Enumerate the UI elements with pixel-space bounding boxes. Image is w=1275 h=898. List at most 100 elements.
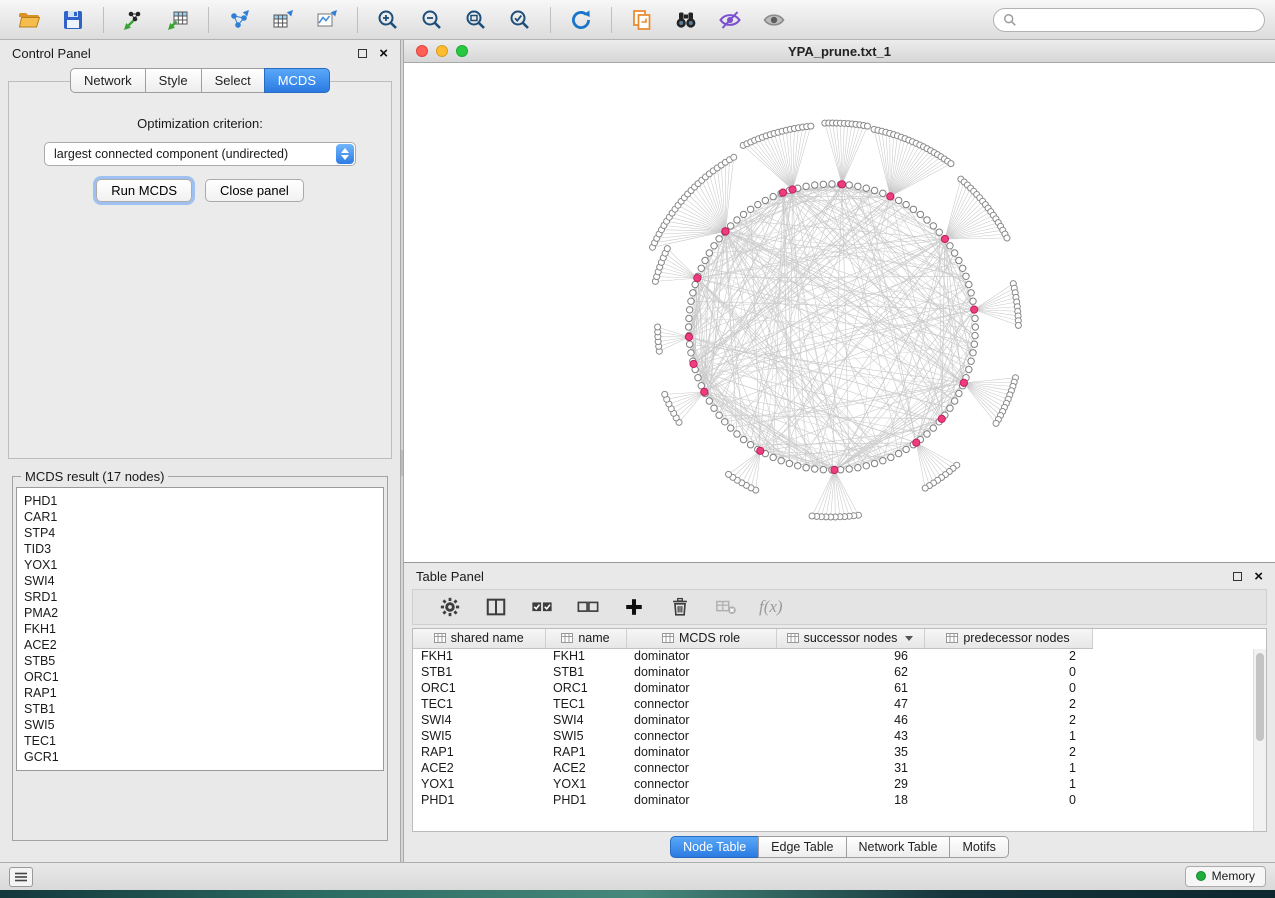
mcds-result-item[interactable]: CAR1 [24, 509, 376, 525]
tab-style[interactable]: Style [145, 68, 202, 93]
status-bar: Memory [0, 862, 1275, 890]
mcds-result-list[interactable]: PHD1CAR1STP4TID3YOX1SWI4SRD1PMA2FKH1ACE2… [16, 487, 384, 771]
select-all-icon[interactable] [529, 594, 555, 620]
search-box [993, 8, 1265, 32]
network-window-titlebar[interactable]: YPA_prune.txt_1 [404, 40, 1275, 63]
table-row[interactable]: ORC1ORC1dominator610 [413, 680, 1108, 696]
add-row-icon[interactable] [621, 594, 647, 620]
zoom-selected-icon[interactable] [501, 4, 539, 36]
copy-share-icon[interactable] [623, 4, 661, 36]
mcds-result-item[interactable]: PMA2 [24, 605, 376, 621]
export-table-icon[interactable] [264, 4, 302, 36]
show-graphics-icon[interactable] [755, 4, 793, 36]
optimization-criterion-label: Optimization criterion: [9, 116, 391, 131]
close-panel-icon[interactable]: × [1254, 569, 1263, 584]
search-network-icon[interactable] [667, 4, 705, 36]
zoom-in-icon[interactable] [369, 4, 407, 36]
export-network-icon[interactable] [220, 4, 258, 36]
mcds-result-item[interactable]: GCR1 [24, 749, 376, 765]
window-maximize-icon[interactable] [456, 45, 468, 57]
mcds-result-item[interactable]: SRD1 [24, 589, 376, 605]
import-table-icon[interactable] [159, 4, 197, 36]
network-canvas[interactable] [404, 63, 1275, 562]
memory-label: Memory [1212, 869, 1255, 883]
desktop-wallpaper-strip [0, 890, 1275, 898]
sort-chevron-icon [905, 636, 913, 641]
mcds-result-item[interactable]: ACE2 [24, 637, 376, 653]
table-scrollbar[interactable] [1253, 649, 1266, 831]
mcds-result-item[interactable]: PHD1 [24, 493, 376, 509]
table-row[interactable]: ACE2ACE2connector311 [413, 760, 1108, 776]
mcds-result-item[interactable]: STB5 [24, 653, 376, 669]
node-table: shared namenameMCDS rolesuccessor nodesp… [412, 628, 1267, 832]
zoom-fit-icon[interactable] [457, 4, 495, 36]
mcds-result-item[interactable]: YOX1 [24, 557, 376, 573]
run-mcds-button[interactable]: Run MCDS [96, 179, 192, 202]
close-panel-button[interactable]: Close panel [205, 179, 304, 202]
optimization-criterion-select[interactable]: largest connected component (undirected) [44, 142, 356, 166]
refresh-layout-icon[interactable] [562, 4, 600, 36]
column-layout-icon[interactable] [483, 594, 509, 620]
toolbar-separator [550, 7, 551, 33]
tab-network[interactable]: Network [70, 68, 146, 93]
tab-edge-table[interactable]: Edge Table [758, 836, 846, 858]
unselect-all-icon[interactable] [575, 594, 601, 620]
delete-row-icon[interactable] [667, 594, 693, 620]
float-panel-icon[interactable] [358, 49, 367, 58]
mcds-result-group: MCDS result (17 nodes) PHD1CAR1STP4TID3Y… [12, 469, 388, 841]
table-row[interactable]: TEC1TEC1connector472 [413, 696, 1108, 712]
settings-gear-icon[interactable] [437, 594, 463, 620]
toolbar-separator [208, 7, 209, 33]
hide-graphics-icon[interactable] [711, 4, 749, 36]
column-header-predecessor-nodes[interactable]: predecessor nodes [924, 629, 1092, 648]
tab-select[interactable]: Select [201, 68, 265, 93]
mcds-result-item[interactable]: TEC1 [24, 733, 376, 749]
table-row[interactable]: PHD1PHD1dominator180 [413, 792, 1108, 808]
mcds-result-item[interactable]: FKH1 [24, 621, 376, 637]
mcds-result-item[interactable]: ORC1 [24, 669, 376, 685]
table-row[interactable]: SWI5SWI5connector431 [413, 728, 1108, 744]
network-window: YPA_prune.txt_1 [404, 40, 1275, 562]
column-header-mcds-role[interactable]: MCDS role [626, 629, 776, 648]
mcds-result-item[interactable]: STP4 [24, 525, 376, 541]
tab-mcds[interactable]: MCDS [264, 68, 330, 93]
panel-menu-icon[interactable] [9, 867, 33, 887]
table-row[interactable]: SWI4SWI4dominator462 [413, 712, 1108, 728]
table-row[interactable]: YOX1YOX1connector291 [413, 776, 1108, 792]
tab-node-table[interactable]: Node Table [670, 836, 759, 858]
window-minimize-icon[interactable] [436, 45, 448, 57]
window-close-icon[interactable] [416, 45, 428, 57]
mcds-result-item[interactable]: SWI4 [24, 573, 376, 589]
zoom-out-icon[interactable] [413, 4, 451, 36]
search-input[interactable] [1023, 13, 1255, 27]
export-image-icon[interactable] [308, 4, 346, 36]
toolbar-separator [611, 7, 612, 33]
import-network-icon[interactable] [115, 4, 153, 36]
open-folder-icon[interactable] [10, 4, 48, 36]
column-header-name[interactable]: name [545, 629, 626, 648]
float-panel-icon[interactable] [1233, 572, 1242, 581]
node-table-grid[interactable]: shared namenameMCDS rolesuccessor nodesp… [413, 629, 1108, 808]
close-panel-icon[interactable]: × [379, 46, 388, 61]
network-view[interactable] [404, 63, 1275, 562]
dropdown-selected-value: largest connected component (undirected) [54, 147, 288, 161]
tab-motifs[interactable]: Motifs [949, 836, 1008, 858]
table-row[interactable]: STB1STB1dominator620 [413, 664, 1108, 680]
mcds-result-item[interactable]: STB1 [24, 701, 376, 717]
dropdown-stepper-icon [336, 144, 354, 164]
table-panel-tabs: Node TableEdge TableNetwork TableMotifs [404, 832, 1275, 862]
save-session-icon[interactable] [54, 4, 92, 36]
column-header-shared-name[interactable]: shared name [413, 629, 545, 648]
column-header-successor-nodes[interactable]: successor nodes [776, 629, 924, 648]
mcds-result-item[interactable]: TID3 [24, 541, 376, 557]
mcds-result-item[interactable]: RAP1 [24, 685, 376, 701]
function-builder-icon[interactable]: f(x) [759, 597, 783, 617]
table-row[interactable]: FKH1FKH1dominator962 [413, 648, 1108, 664]
network-window-title: YPA_prune.txt_1 [788, 44, 891, 59]
memory-button[interactable]: Memory [1185, 866, 1266, 887]
tab-network-table[interactable]: Network Table [846, 836, 951, 858]
mcds-result-item[interactable]: SWI5 [24, 717, 376, 733]
table-row[interactable]: RAP1RAP1dominator352 [413, 744, 1108, 760]
delete-table-icon[interactable] [713, 594, 739, 620]
control-panel-title: Control Panel [12, 46, 91, 61]
